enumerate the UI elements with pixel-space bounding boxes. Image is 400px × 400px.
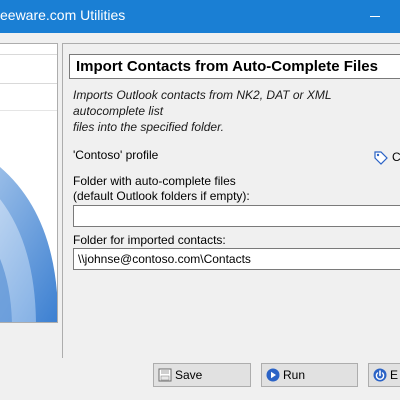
destination-folder-field[interactable]: \\johnse@contoso.com\Contacts — [73, 248, 400, 270]
panel-header: Import Contacts from Auto-Complete Files — [69, 54, 400, 79]
run-icon — [266, 368, 280, 382]
exit-icon — [373, 368, 387, 382]
main-panel: Import Contacts from Auto-Complete Files… — [62, 43, 400, 358]
profile-link-text: Co — [392, 150, 400, 164]
autocomplete-folder-input[interactable] — [73, 205, 400, 227]
sidebar — [0, 43, 58, 323]
window-body: Import Contacts from Auto-Complete Files… — [0, 33, 400, 400]
swoosh-graphic — [0, 167, 57, 322]
panel-title: Import Contacts from Auto-Complete Files — [76, 58, 378, 75]
save-button[interactable]: Save — [153, 363, 251, 387]
exit-button-label: E — [390, 368, 399, 382]
panel-description: Imports Outlook contacts from NK2, DAT o… — [73, 88, 332, 134]
tag-icon — [374, 151, 388, 165]
sidebar-divider — [0, 110, 57, 111]
save-button-label: Save — [175, 368, 203, 382]
save-icon — [158, 368, 172, 382]
run-button-label: Run — [283, 368, 306, 382]
autocomplete-folder-label: Folder with auto-complete files (default… — [73, 174, 250, 203]
title-bar[interactable]: eeware.com Utilities — [0, 0, 400, 33]
minimize-icon — [370, 16, 380, 17]
window-title: eeware.com Utilities — [0, 7, 126, 23]
profile-label: 'Contoso' profile — [73, 148, 159, 162]
destination-folder-label: Folder for imported contacts: — [73, 233, 226, 247]
minimize-button[interactable] — [352, 0, 398, 33]
exit-button[interactable]: E — [368, 363, 400, 387]
sidebar-item[interactable] — [0, 54, 57, 84]
run-button[interactable]: Run — [261, 363, 358, 387]
